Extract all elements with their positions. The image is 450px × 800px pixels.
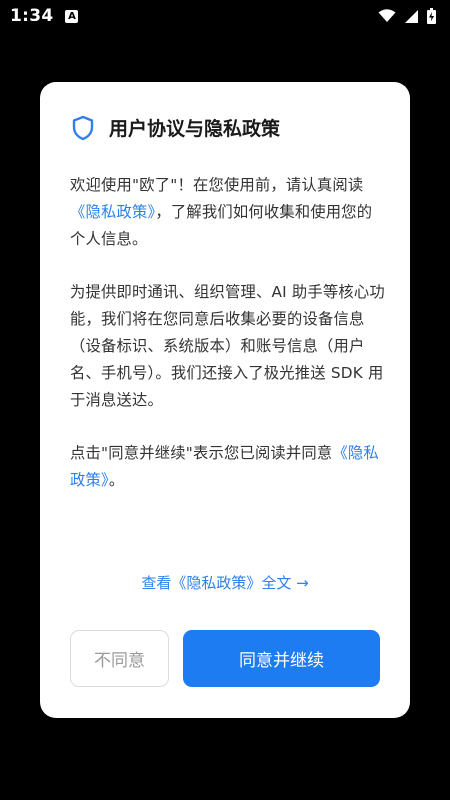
privacy-dialog: 用户协议与隐私政策 欢迎使用"欧了"！在您使用前，请认真阅读《隐私政策》，了解我… — [40, 82, 410, 718]
notification-a-icon: A — [65, 9, 79, 23]
agree-continue-button[interactable]: 同意并继续 — [183, 630, 380, 687]
privacy-policy-link[interactable]: 《隐私政策》 — [70, 203, 155, 221]
consent-paragraph: 点击"同意并继续"表示您已阅读并同意《隐私政策》。 — [70, 440, 385, 494]
dialog-body: 欢迎使用"欧了"！在您使用前，请认真阅读《隐私政策》，了解我们如何收集和使用您的… — [70, 172, 385, 494]
dialog-header: 用户协议与隐私政策 — [71, 114, 280, 141]
battery-icon — [427, 8, 436, 24]
shield-icon — [72, 115, 94, 140]
status-bar: 1:34 A — [0, 0, 450, 32]
consent-text-suffix: 。 — [108, 471, 125, 489]
dialog-title: 用户协议与隐私政策 — [109, 118, 281, 140]
view-full-policy-link[interactable]: 查看《隐私政策》全文 → — [40, 572, 410, 593]
wifi-icon — [378, 9, 396, 22]
signal-icon — [405, 9, 418, 23]
status-time: 1:34 — [10, 6, 54, 26]
disagree-button[interactable]: 不同意 — [70, 630, 169, 687]
status-icons — [378, 8, 436, 24]
intro-paragraph: 欢迎使用"欧了"！在您使用前，请认真阅读《隐私政策》，了解我们如何收集和使用您的… — [70, 172, 385, 253]
consent-text: 点击"同意并继续"表示您已阅读并同意 — [70, 444, 333, 462]
data-collection-paragraph: 为提供即时通讯、组织管理、AI 助手等核心功能，我们将在您同意后收集必要的设备信… — [70, 283, 385, 409]
intro-text: 欢迎使用"欧了"！在您使用前，请认真阅读 — [70, 176, 364, 194]
